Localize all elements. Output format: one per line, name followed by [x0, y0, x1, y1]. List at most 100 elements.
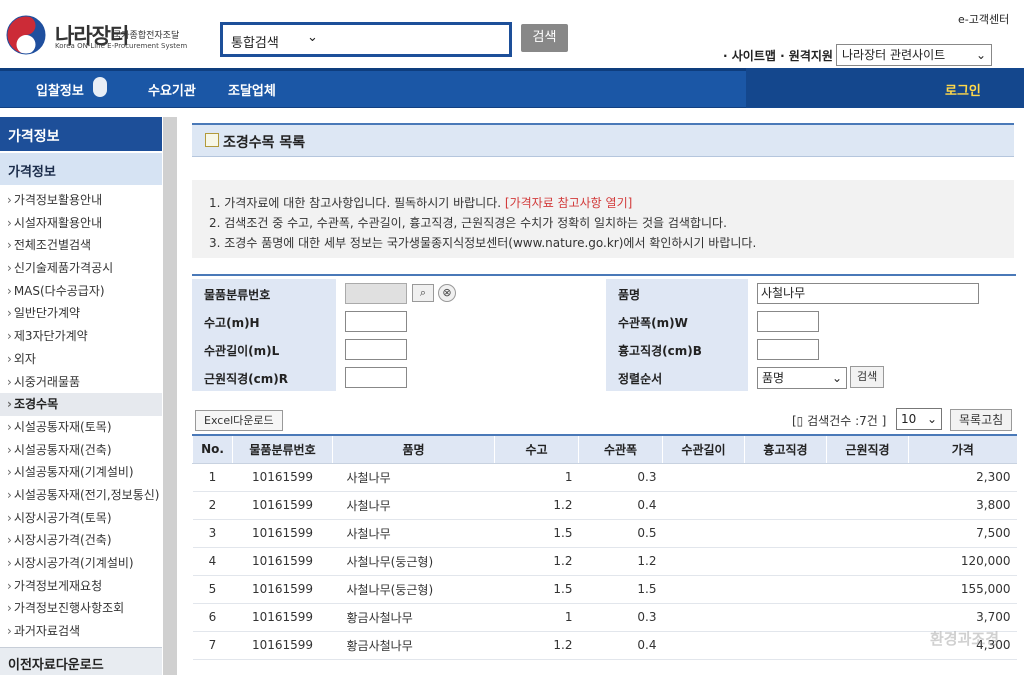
header-search-button[interactable]: 검색 — [521, 24, 568, 52]
label-crown-width: 수관폭(m)W — [606, 307, 748, 335]
table-row[interactable]: 3 10161599 사철나무 1.5 0.5 7,500 — [192, 519, 1017, 548]
refresh-list-button[interactable]: 목록고침 — [950, 409, 1013, 431]
root-diameter-cell — [336, 363, 606, 391]
sort-value: 품명 — [762, 371, 785, 385]
sidebar-menu: 가격정보활용안내시설자재활용안내전체조건별검색신기술제품가격공시MAS(다수공급… — [0, 189, 162, 643]
table-cell: 2,300 — [908, 463, 1017, 492]
item-name-input[interactable]: 사철나무 — [757, 283, 979, 304]
table-cell: 6 — [192, 603, 233, 632]
legacy-download-link[interactable]: 이전자료다운로드 — [0, 647, 162, 675]
sidebar-item[interactable]: 가격정보진행사항조회 — [0, 597, 162, 620]
sidebar-item[interactable]: 시장시공가격(기계설비) — [0, 552, 162, 575]
table-header-row: No. 물품분류번호 품명 수고 수관폭 수관길이 흉고직경 근원직경 가격 — [192, 434, 1017, 464]
root-diameter-input[interactable] — [345, 367, 407, 388]
notice-box: 1. 가격자료에 대한 참고사항입니다. 필독하시기 바랍니다. [가격자료 참… — [192, 180, 1014, 258]
result-count-text: 검색건수 :7건 — [807, 414, 878, 428]
table-cell — [826, 547, 909, 576]
crown-width-input[interactable] — [757, 311, 819, 332]
sidebar-item[interactable]: 과거자료검색 — [0, 620, 162, 643]
excel-download-button[interactable]: Excel다운로드 — [195, 410, 283, 431]
sidebar-item[interactable]: 전체조건별검색 — [0, 234, 162, 257]
item-name-link[interactable]: 사철나무 — [332, 491, 495, 520]
sidebar-item[interactable]: 시중거래물품 — [0, 371, 162, 394]
sidebar-item[interactable]: 가격정보게재요청 — [0, 575, 162, 598]
sidebar-item[interactable]: 시장시공가격(토목) — [0, 507, 162, 530]
sidebar-item[interactable]: 가격정보활용안내 — [0, 189, 162, 212]
table-cell — [744, 575, 827, 604]
class-no-input[interactable] — [345, 283, 407, 304]
table-cell: 1.5 — [578, 575, 663, 604]
column-header: 수관폭 — [578, 434, 663, 464]
sidebar-item[interactable]: 시장시공가격(건축) — [0, 529, 162, 552]
label-item-name: 품명 — [606, 279, 748, 307]
result-count-bracket: ] — [881, 414, 887, 428]
sidebar-item[interactable]: 시설공통자재(토목) — [0, 416, 162, 439]
form-search-button[interactable]: 검색 — [850, 366, 885, 388]
table-row[interactable]: 1 10161599 사철나무 1 0.3 2,300 — [192, 463, 1017, 492]
column-header: 근원직경 — [826, 434, 909, 464]
search-icon[interactable]: ⌕ — [412, 284, 434, 302]
login-link[interactable]: 로그인 — [945, 80, 981, 99]
table-cell: 4 — [192, 547, 233, 576]
crown-length-input[interactable] — [345, 339, 407, 360]
memo-icon — [205, 133, 219, 147]
sidebar-item[interactable]: 시설공통자재(기계설비) — [0, 461, 162, 484]
item-name-link[interactable]: 사철나무 — [332, 519, 495, 548]
table-cell: 0.5 — [578, 519, 663, 548]
table-cell — [662, 463, 745, 492]
item-name-link[interactable]: 황금사철나무 — [332, 603, 495, 632]
column-header: 흉고직경 — [744, 434, 827, 464]
sidebar-scrollbar[interactable] — [163, 117, 177, 675]
dbh-input[interactable] — [757, 339, 819, 360]
form-row: 수고(m)H 수관폭(m)W — [192, 307, 1016, 335]
unified-search-box[interactable]: 통합검색 ⌄ — [220, 22, 512, 57]
sidebar-item[interactable]: 일반단가계약 — [0, 302, 162, 325]
sidebar-item[interactable]: 시설자재활용안내 — [0, 212, 162, 235]
item-name-link[interactable]: 사철나무(둥근형) — [332, 547, 495, 576]
item-name-link[interactable]: 사철나무 — [332, 463, 495, 492]
table-row[interactable]: 5 10161599 사철나무(둥근형) 1.5 1.5 155,000 — [192, 575, 1017, 604]
nav-bid-info[interactable]: 입찰정보 — [36, 80, 84, 99]
table-cell: 1.2 — [578, 547, 663, 576]
nav-supplier[interactable]: 조달업체 — [228, 80, 276, 99]
sidebar-item[interactable]: MAS(다수공급자) — [0, 280, 162, 303]
table-cell: 10161599 — [232, 519, 333, 548]
item-name-link[interactable]: 사철나무(둥근형) — [332, 575, 495, 604]
sort-select[interactable]: 품명 ⌄ — [757, 367, 847, 389]
customer-center-link[interactable]: e-고객센터 — [958, 11, 1009, 27]
table-cell — [662, 631, 745, 660]
sidebar: 가격정보 가격정보 가격정보활용안내시설자재활용안내전체조건별검색신기술제품가격… — [0, 117, 162, 675]
label-class-no: 물품분류번호 — [192, 279, 336, 307]
sidebar-item[interactable]: 외자 — [0, 348, 162, 371]
sidebar-item[interactable]: 시설공통자재(전기,정보통신) — [0, 484, 162, 507]
sidebar-item[interactable]: 시설공통자재(건축) — [0, 439, 162, 462]
table-cell: 3 — [192, 519, 233, 548]
related-site-select[interactable]: 나라장터 관련사이트 ⌄ — [836, 44, 992, 66]
table-row[interactable]: 2 10161599 사철나무 1.2 0.4 3,800 — [192, 491, 1017, 520]
table-cell — [662, 491, 745, 520]
sidebar-item[interactable]: 조경수목 — [0, 393, 162, 416]
chevron-down-icon[interactable]: ⌄ — [307, 30, 318, 45]
table-cell — [826, 603, 909, 632]
page-size-select[interactable]: 10 ⌄ — [896, 408, 942, 430]
item-name-link[interactable]: 황금사철나무 — [332, 631, 495, 660]
taegeuk-logo-icon[interactable] — [6, 15, 46, 55]
column-header: 가격 — [908, 434, 1017, 464]
chevron-down-icon: ⌄ — [975, 48, 986, 62]
table-cell: 1.5 — [494, 519, 579, 548]
sidebar-item[interactable]: 제3자단가계약 — [0, 325, 162, 348]
table-row[interactable]: 6 10161599 황금사철나무 1 0.3 3,700 — [192, 603, 1017, 632]
table-cell: 3,700 — [908, 603, 1017, 632]
reference-notes-link[interactable]: [가격자료 참고사항 열기] — [505, 196, 632, 210]
clear-icon[interactable]: ⊗ — [438, 284, 456, 302]
utility-links[interactable]: · 사이트맵 · 원격지원 — [723, 47, 833, 64]
table-row[interactable]: 7 10161599 황금사철나무 1.2 0.4 4,300 — [192, 631, 1017, 660]
table-row[interactable]: 4 10161599 사철나무(둥근형) 1.2 1.2 120,000 — [192, 547, 1017, 576]
search-scope-select[interactable]: 통합검색 — [231, 32, 279, 51]
sidebar-item[interactable]: 신기술제품가격공시 — [0, 257, 162, 280]
table-cell: 10161599 — [232, 491, 333, 520]
sidebar-subheading[interactable]: 가격정보 — [0, 153, 162, 185]
nav-demand-agency[interactable]: 수요기관 — [148, 80, 196, 99]
document-icon: [▯ — [792, 414, 804, 428]
height-input[interactable] — [345, 311, 407, 332]
